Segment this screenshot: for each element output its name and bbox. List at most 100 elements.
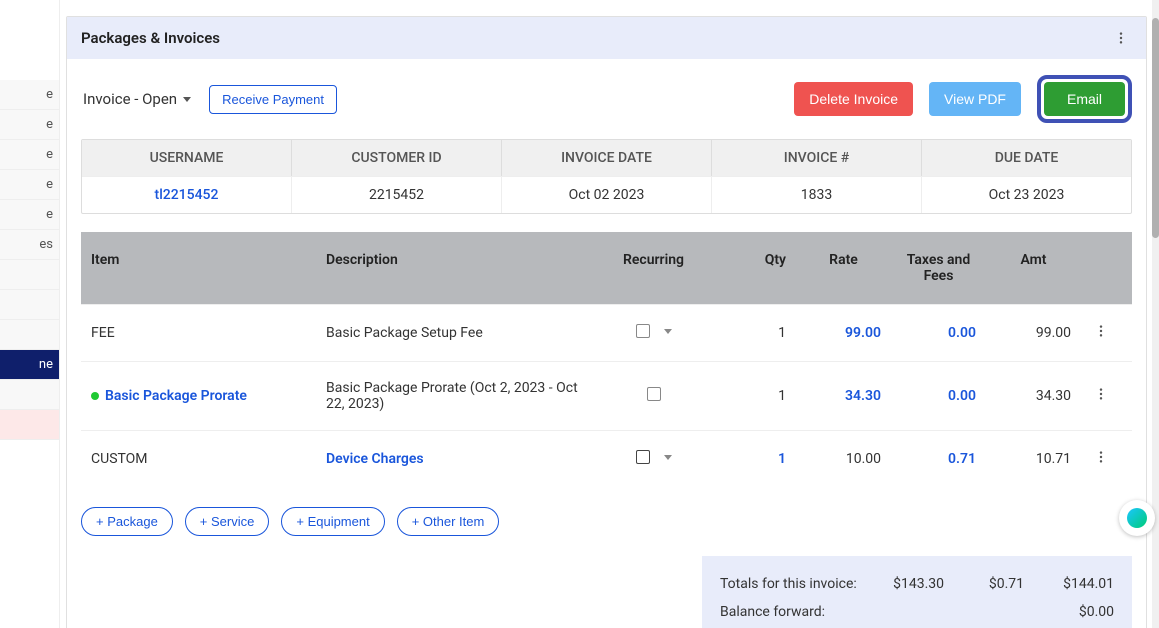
line-item-rate: 10.00 [796,433,891,485]
info-header-invoiceno: INVOICE # [712,140,922,176]
col-header-rate: Rate [796,232,891,304]
totals-balance-value: $0.00 [1024,604,1114,620]
invoice-status-label: Invoice - Open [83,90,177,108]
help-chat-bubble[interactable] [1119,500,1155,536]
totals-invoice-total: $144.01 [1024,576,1114,592]
add-item-buttons: + Package + Service + Equipment + Other Ite… [81,507,1132,536]
sidebar-sliver-item[interactable]: e [0,80,59,110]
totals-box: Totals for this invoice: $143.30 $0.71 $… [702,556,1132,628]
vertical-scrollbar-thumb[interactable] [1152,18,1159,238]
add-item-pill[interactable]: + Other Item [397,507,500,536]
info-data-row: tl2215452 2215452 Oct 02 2023 1833 Oct 2… [82,176,1131,213]
col-header-amt: Amt [986,232,1081,304]
line-item-qty: 1 [711,370,796,422]
caret-down-icon[interactable] [664,329,672,334]
line-item-recurring [596,432,711,486]
totals-invoice-row: Totals for this invoice: $143.30 $0.71 $… [720,570,1114,598]
line-item-actions-icon[interactable] [1081,305,1121,361]
add-item-pill[interactable]: + Package [81,507,173,536]
line-item-recurring [596,369,711,423]
totals-balance-label: Balance forward: [720,604,864,620]
line-items-header: Item Description Recurring Qty Rate Taxe… [81,232,1132,304]
line-item-row: Basic Package ProrateBasic Package Prora… [81,361,1132,430]
packages-invoices-card: Packages & Invoices Invoice - Open Recei… [66,16,1147,628]
info-header-username: USERNAME [82,140,292,176]
sidebar-sliver-item[interactable]: ne [0,350,59,380]
invoice-info-table: USERNAME CUSTOMER ID INVOICE DATE INVOIC… [81,139,1132,214]
recurring-checkbox[interactable] [636,324,650,338]
totals-invoice-label: Totals for this invoice: [720,576,864,592]
line-item-name: CUSTOM [81,433,316,485]
invoice-date-value: Oct 02 2023 [502,176,712,213]
info-header-customerid: CUSTOMER ID [292,140,502,176]
totals-invoice-sub: $143.30 [864,576,944,592]
line-item-name[interactable]: Basic Package Prorate [81,370,316,422]
line-item-name: FEE [81,307,316,359]
add-item-pill[interactable]: + Equipment [281,507,384,536]
col-header-item: Item [81,232,316,304]
status-dot-icon [91,392,99,400]
invoice-toolbar: Invoice - Open Receive Payment Delete In… [67,59,1146,139]
info-header-invoicedate: INVOICE DATE [502,140,712,176]
sidebar-sliver-item[interactable] [0,320,59,350]
line-item-description[interactable]: Device Charges [316,433,596,485]
sidebar-sliver-item[interactable]: e [0,140,59,170]
line-item-amt: 99.00 [986,307,1081,359]
left-sidebar-sliver: eeeeeesne [0,0,60,628]
line-item-row: CUSTOMDevice Charges 110.000.7110.71 [81,430,1132,487]
recurring-checkbox[interactable] [636,450,650,464]
col-header-description: Description [316,232,596,304]
line-item-tax[interactable]: 0.71 [891,433,986,485]
main-content: Packages & Invoices Invoice - Open Recei… [66,0,1147,628]
line-item-rate[interactable]: 34.30 [796,370,891,422]
line-item-actions-icon[interactable] [1081,431,1121,487]
invoice-no-value: 1833 [712,176,922,213]
line-item-tax[interactable]: 0.00 [891,307,986,359]
col-header-qty: Qty [711,232,796,304]
line-item-amt: 34.30 [986,370,1081,422]
section-title: Packages & Invoices [81,29,220,47]
customer-id-value: 2215452 [292,176,502,213]
sidebar-sliver-item[interactable] [0,410,59,440]
info-header-duedate: DUE DATE [922,140,1131,176]
due-date-value: Oct 23 2023 [922,176,1131,213]
receive-payment-button[interactable]: Receive Payment [209,85,337,114]
sidebar-sliver-item[interactable] [0,380,59,410]
sidebar-sliver-item[interactable]: es [0,230,59,260]
add-item-pill[interactable]: + Service [185,507,270,536]
line-item-qty[interactable]: 1 [711,433,796,485]
line-item-row: FEEBasic Package Setup Fee199.000.0099.0… [81,304,1132,361]
email-button[interactable]: Email [1044,82,1125,116]
sidebar-sliver-item[interactable] [0,260,59,290]
info-header-row: USERNAME CUSTOMER ID INVOICE DATE INVOIC… [82,140,1131,176]
delete-invoice-button[interactable]: Delete Invoice [794,82,913,116]
line-item-rate[interactable]: 99.00 [796,307,891,359]
email-button-highlight: Email [1037,75,1132,123]
recurring-checkbox[interactable] [647,387,661,401]
sidebar-sliver-item[interactable] [0,290,59,320]
sidebar-sliver-item[interactable]: e [0,170,59,200]
section-more-icon[interactable] [1110,27,1132,49]
sidebar-sliver-item[interactable]: e [0,110,59,140]
line-item-amt: 10.71 [986,433,1081,485]
sidebar-sliver-item[interactable] [0,0,59,80]
line-item-description: Basic Package Prorate (Oct 2, 2023 - Oct… [316,362,596,430]
line-items-table: Item Description Recurring Qty Rate Taxe… [81,232,1132,487]
view-pdf-button[interactable]: View PDF [929,82,1021,116]
line-item-qty: 1 [711,307,796,359]
line-item-recurring [596,306,711,360]
caret-down-icon [183,97,191,102]
totals-area: Totals for this invoice: $143.30 $0.71 $… [81,556,1132,628]
vertical-scrollbar-track[interactable] [1152,0,1159,628]
card-header: Packages & Invoices [67,17,1146,59]
line-item-actions-icon[interactable] [1081,368,1121,424]
totals-balance-row: Balance forward: $0.00 [720,598,1114,626]
chat-icon [1127,508,1147,528]
col-header-actions [1081,232,1121,304]
username-link[interactable]: tl2215452 [82,176,292,213]
line-item-tax[interactable]: 0.00 [891,370,986,422]
caret-down-icon[interactable] [664,455,672,460]
line-item-description: Basic Package Setup Fee [316,307,596,359]
invoice-status-dropdown[interactable]: Invoice - Open [81,84,193,114]
sidebar-sliver-item[interactable]: e [0,200,59,230]
